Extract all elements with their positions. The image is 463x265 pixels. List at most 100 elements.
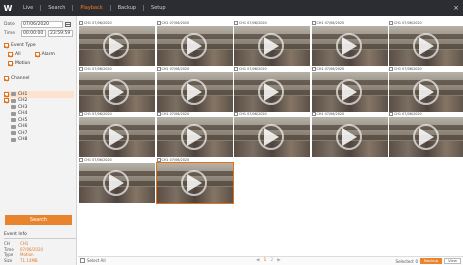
play-icon[interactable]	[419, 128, 434, 146]
channel-label: CH3	[18, 104, 28, 110]
channel-group[interactable]: Channel	[4, 76, 29, 81]
menu-item-search[interactable]: Search	[41, 0, 72, 16]
thumbnail-checkbox[interactable]	[79, 112, 83, 116]
thumbnail-item[interactable]: CH1 07/06/2020	[234, 20, 310, 66]
play-icon[interactable]	[419, 82, 434, 101]
menu-item-playback[interactable]: Playback	[73, 0, 109, 16]
play-icon[interactable]	[186, 173, 202, 192]
video-thumbnail[interactable]	[311, 26, 388, 66]
thumbnail-checkbox[interactable]	[156, 157, 161, 162]
menu-item-setup[interactable]: Setup	[144, 0, 173, 16]
thumbnail-item[interactable]: CH1 07/06/2020	[311, 20, 388, 66]
play-icon[interactable]	[264, 37, 279, 55]
play-icon[interactable]	[109, 173, 124, 192]
event-motion-checkbox[interactable]	[8, 61, 13, 66]
thumbnail-item[interactable]: CH1 07/06/2020	[79, 20, 155, 66]
play-icon[interactable]	[109, 82, 124, 101]
thumbnail-checkbox[interactable]	[389, 112, 393, 116]
video-thumbnail[interactable]	[234, 26, 310, 66]
video-thumbnail[interactable]	[79, 71, 155, 112]
play-icon[interactable]	[264, 128, 279, 146]
thumbnail-item[interactable]: CH1 07/06/2020	[156, 111, 233, 157]
channel-item-ch8[interactable]: CH8	[4, 137, 74, 144]
thumbnail-item[interactable]: CH1 07/06/2020	[156, 66, 233, 112]
thumbnail-item[interactable]: CH1 07/06/2020	[389, 20, 463, 66]
play-icon[interactable]	[341, 128, 357, 146]
thumbnail-checkbox[interactable]	[311, 112, 316, 116]
video-thumbnail[interactable]	[389, 117, 463, 157]
thumbnail-checkbox[interactable]	[311, 21, 316, 25]
thumbnail-caption-text: CH1 07/06/2020	[84, 21, 112, 25]
thumbnail-item[interactable]: CH1 07/06/2020	[389, 66, 463, 112]
event-type-checkbox[interactable]	[4, 43, 9, 48]
video-thumbnail[interactable]	[79, 162, 155, 203]
prev-page-icon[interactable]: ◀	[256, 258, 259, 263]
select-all[interactable]: Select All	[80, 258, 106, 263]
thumbnail-checkbox[interactable]	[389, 66, 393, 71]
thumbnail-item[interactable]: CH1 07/06/2020	[389, 111, 463, 157]
search-button[interactable]: Search	[5, 215, 72, 225]
video-thumbnail[interactable]	[311, 117, 388, 157]
thumbnail-checkbox[interactable]	[234, 21, 238, 25]
thumbnail-checkbox[interactable]	[234, 66, 238, 71]
event-alarm-checkbox[interactable]	[34, 52, 40, 57]
thumbnail-checkbox[interactable]	[79, 21, 83, 25]
video-thumbnail[interactable]	[389, 26, 463, 66]
play-icon[interactable]	[186, 128, 202, 146]
calendar-icon[interactable]	[65, 21, 71, 27]
channel-checkbox[interactable]	[4, 98, 9, 104]
thumbnail-checkbox[interactable]	[156, 66, 161, 71]
video-thumbnail[interactable]	[155, 161, 234, 204]
video-thumbnail[interactable]	[234, 71, 310, 112]
thumbnail-item[interactable]: CH1 07/06/2020	[311, 111, 388, 157]
page-1[interactable]: 1	[263, 258, 266, 263]
menu-item-backup[interactable]: Backup	[111, 0, 143, 16]
video-thumbnail[interactable]	[389, 71, 463, 112]
time-to-input[interactable]: 23:59:59	[48, 29, 73, 37]
video-thumbnail[interactable]	[156, 117, 233, 157]
play-icon[interactable]	[186, 82, 202, 101]
play-icon[interactable]	[109, 128, 124, 146]
play-icon[interactable]	[419, 37, 434, 55]
video-thumbnail[interactable]	[79, 117, 155, 157]
page-2[interactable]: 2	[270, 258, 273, 263]
play-icon[interactable]	[341, 37, 357, 55]
thumbnail-checkbox[interactable]	[389, 21, 393, 25]
video-thumbnail[interactable]	[156, 26, 233, 66]
event-type-group[interactable]: Event Type	[4, 43, 36, 48]
channel-group-checkbox[interactable]	[4, 76, 9, 81]
thumbnail-item[interactable]: CH1 07/06/2020	[79, 157, 155, 203]
pagination: ◀ 1 2 ▶	[254, 258, 283, 263]
play-icon[interactable]	[186, 37, 202, 55]
play-icon[interactable]	[264, 82, 279, 101]
thumbnail-item[interactable]: CH1 07/06/2020	[234, 111, 310, 157]
thumbnail-checkbox[interactable]	[79, 66, 83, 71]
thumbnail-checkbox[interactable]	[234, 112, 238, 116]
thumbnail-item[interactable]: CH1 07/06/2020	[311, 66, 388, 112]
thumbnail-item[interactable]: CH1 07/06/2020	[156, 20, 233, 66]
backup-button[interactable]: Backup	[420, 258, 442, 264]
date-input[interactable]: 07/06/2020	[21, 20, 63, 28]
menu-item-live[interactable]: Live	[16, 0, 40, 16]
thumbnail-checkbox[interactable]	[156, 21, 161, 25]
video-thumbnail[interactable]	[234, 117, 310, 157]
event-all-checkbox[interactable]	[8, 52, 13, 57]
video-thumbnail[interactable]	[156, 71, 233, 112]
play-icon[interactable]	[341, 82, 357, 101]
thumbnail-item[interactable]: CH1 07/06/2020	[79, 66, 155, 112]
thumbnail-checkbox[interactable]	[311, 66, 316, 71]
thumbnail-checkbox[interactable]	[156, 112, 161, 116]
thumbnail-item[interactable]: CH1 07/06/2020	[234, 66, 310, 112]
select-all-checkbox[interactable]	[80, 258, 85, 263]
thumbnail-checkbox[interactable]	[79, 157, 83, 162]
channel-checkbox[interactable]	[4, 91, 9, 97]
video-thumbnail[interactable]	[79, 26, 155, 66]
play-icon[interactable]	[109, 37, 124, 55]
thumbnail-item[interactable]: CH1 07/06/2020	[155, 157, 234, 204]
time-from-input[interactable]: 00:00:00	[21, 29, 46, 37]
thumbnail-item[interactable]: CH1 07/06/2020	[79, 111, 155, 157]
next-page-icon[interactable]: ▶	[277, 258, 280, 263]
video-thumbnail[interactable]	[311, 71, 388, 112]
close-icon[interactable]: ×	[453, 0, 459, 16]
view-button[interactable]: View	[443, 258, 461, 264]
